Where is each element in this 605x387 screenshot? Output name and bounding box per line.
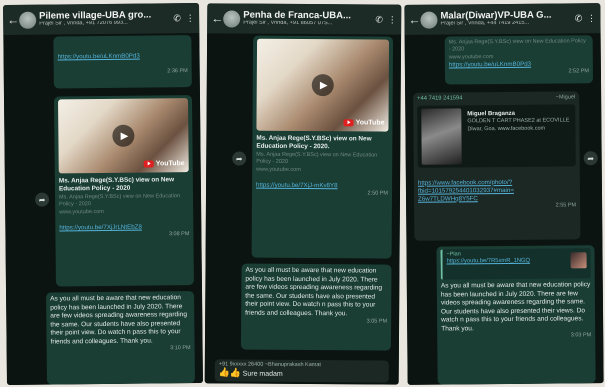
- chat-header: ← Malar(Diwar)VP-UBA G... Prajel Sir , V…: [404, 3, 601, 35]
- video-title: Ms. Anjaa Rege(S.Y.BSc) view on New Educ…: [256, 134, 372, 151]
- back-arrow-icon[interactable]: ←: [211, 11, 223, 25]
- chat-screen-3: ← Malar(Diwar)VP-UBA G... Prajel Sir , V…: [404, 3, 604, 385]
- message-time: 3:10 PM: [170, 345, 191, 352]
- video-message-bubble[interactable]: ▶ YouTube Ms. Anjaa Rege(S.Y.BSc) view o…: [53, 95, 194, 287]
- text-message-bubble[interactable]: As you all must be aware that new educat…: [240, 263, 392, 351]
- group-avatar-icon[interactable]: [19, 11, 37, 29]
- add-call-icon[interactable]: ✆: [172, 13, 182, 24]
- video-caption: Ms. Anjaa Rege(S.Y.BSc) view on New Educ…: [58, 192, 181, 208]
- chat-title-block[interactable]: Pileme village-UBA gro... Prajel Sir , V…: [39, 10, 169, 27]
- video-thumbnail[interactable]: ▶ YouTube: [58, 98, 189, 174]
- message-bubble[interactable]: Ms. Anjaa Rege(S.Y.BSc) view on New Educ…: [444, 35, 594, 85]
- sender-number: +44 7419 241594: [417, 95, 463, 102]
- text-message-bubble[interactable]: ~Plan https://youtu.be/7R5xmR_1NGQ As yo…: [436, 245, 596, 385]
- preview-caption: GOLDEN T CART PHASE2 at ECOVILLE Diwar, …: [467, 117, 570, 133]
- forward-icon[interactable]: ➦: [232, 151, 247, 166]
- message-list[interactable]: ▶ YouTube Ms. Anjaa Rege(S.Y.BSc) view o…: [204, 33, 402, 385]
- forward-icon[interactable]: ➦: [583, 151, 598, 166]
- youtube-label: YouTube: [155, 160, 185, 168]
- quoted-message[interactable]: ~Plan https://youtu.be/7R5xmR_1NGQ: [440, 248, 591, 280]
- chat-title: Pileme village-UBA gro...: [39, 10, 152, 22]
- video-message-bubble[interactable]: ▶ YouTube Ms. Anjaa Rege(S.Y.BSc) view o…: [251, 35, 394, 259]
- message-list[interactable]: https://youtu.be/uLKnmB0Pd3 2:36 PM ▶ Yo…: [3, 32, 203, 386]
- preview-image: [421, 107, 462, 165]
- group-avatar-icon[interactable]: [223, 9, 241, 28]
- chat-subtitle: Prajel Sir , Vrinda, +91 72076 993...: [39, 20, 128, 27]
- chat-subtitle: Prajel Sir , Vrinda, +91 86057 07S...: [243, 20, 333, 27]
- more-vert-icon[interactable]: ⋮: [387, 14, 397, 25]
- chat-title: Malar(Diwar)VP-UBA G...: [440, 10, 552, 22]
- youtube-icon: [343, 119, 354, 127]
- youtube-icon: [143, 160, 154, 168]
- chat-screen-2: ← Penha de Franca-UBA... Prajel Sir , Vr…: [204, 3, 402, 385]
- link-preview[interactable]: Miguel Braganza GOLDEN T CART PHASE2 at …: [417, 103, 576, 168]
- chat-title-block[interactable]: Penha de Franca-UBA... Prajel Sir , Vrin…: [243, 11, 371, 28]
- chat-header: ← Penha de Franca-UBA... Prajel Sir , Vr…: [207, 3, 402, 35]
- message-text: As you all must be aware that new educat…: [50, 294, 188, 346]
- group-avatar-icon[interactable]: [420, 11, 438, 29]
- preview-text: Miguel Braganza GOLDEN T CART PHASE2 at …: [467, 110, 571, 134]
- add-call-icon[interactable]: ✆: [573, 13, 583, 24]
- play-icon[interactable]: ▶: [112, 124, 135, 147]
- youtube-badge: YouTube: [143, 159, 185, 169]
- sender-row: +44 7419 241594 ~Miguel: [417, 94, 575, 103]
- reply-message[interactable]: +91 9xxxxx 26400 ~Bhanuprakash Kamat 👍👍 …: [214, 359, 389, 383]
- message-link[interactable]: https://youtu.be/uLKnmB0Pd3: [58, 52, 188, 61]
- message-preview: Ms. Anjaa Rege(S.Y.BSc) view on New Educ…: [448, 38, 586, 53]
- message-time: 2:55 PM: [555, 202, 577, 209]
- more-vert-icon[interactable]: ⋮: [185, 13, 195, 24]
- message-bubble[interactable]: https://youtu.be/uLKnmB0Pd3 2:36 PM: [53, 35, 192, 89]
- add-call-icon[interactable]: ✆: [374, 14, 384, 25]
- message-time: 3:03 PM: [570, 332, 592, 339]
- video-caption: Ms. Anjaa Rege(S.Y.BSc) view on New Educ…: [256, 151, 378, 165]
- facebook-link[interactable]: https://www.facebook.com/photo/?fbid=101…: [418, 178, 576, 196]
- quoted-thumbnail: [570, 252, 587, 269]
- video-link[interactable]: https://youtu.be/7XjJ-mKv8Y8: [256, 182, 388, 191]
- sender-name: ~Miguel: [555, 94, 576, 101]
- message-text: As you all must be aware that new educat…: [440, 281, 591, 333]
- message-time: 2:36 PM: [167, 68, 188, 75]
- video-thumbnail[interactable]: ▶ YouTube: [256, 38, 390, 132]
- video-site: www.youtube.com: [256, 166, 301, 173]
- play-icon[interactable]: ▶: [311, 74, 334, 97]
- quoted-link[interactable]: https://youtu.be/7R5xmR_1NGQ: [447, 258, 569, 267]
- chat-screen-1: ← Pileme village-UBA gro... Prajel Sir ,…: [3, 2, 203, 386]
- chat-title-block[interactable]: Malar(Diwar)VP-UBA G... Prajel Sir , Vri…: [440, 10, 570, 27]
- reply-text: Sure madam: [242, 370, 283, 378]
- message-time: 2:52 PM: [568, 68, 589, 75]
- more-vert-icon[interactable]: ⋮: [586, 13, 596, 24]
- message-text: As you all must be aware that new educat…: [245, 266, 383, 318]
- chat-header: ← Pileme village-UBA gro... Prajel Sir ,…: [3, 2, 200, 36]
- video-title: Ms. Anjaa Rege(S.Y.BSc) view on New Educ…: [58, 176, 175, 193]
- message-time: 3:08 PM: [168, 231, 190, 238]
- message-time: 3:05 PM: [366, 318, 388, 325]
- message-time: 2:50 PM: [367, 190, 389, 197]
- facebook-message-bubble[interactable]: +44 7419 241594 ~Miguel Miguel Braganza …: [413, 91, 581, 241]
- text-message-bubble[interactable]: As you all must be aware that new educat…: [46, 291, 195, 385]
- chat-subtitle: Prajel Sir , Vrinda, +44 7419 2415...: [440, 20, 530, 27]
- back-arrow-icon[interactable]: ←: [7, 13, 19, 27]
- youtube-label: YouTube: [355, 119, 385, 127]
- thumbs-up-icon: 👍👍: [218, 367, 242, 378]
- forward-icon[interactable]: ➦: [34, 192, 50, 207]
- youtube-badge: YouTube: [343, 118, 385, 127]
- message-list[interactable]: Ms. Anjaa Rege(S.Y.BSc) view on New Educ…: [404, 33, 604, 385]
- video-site: www.youtube.com: [59, 208, 104, 215]
- back-arrow-icon[interactable]: ←: [408, 13, 420, 27]
